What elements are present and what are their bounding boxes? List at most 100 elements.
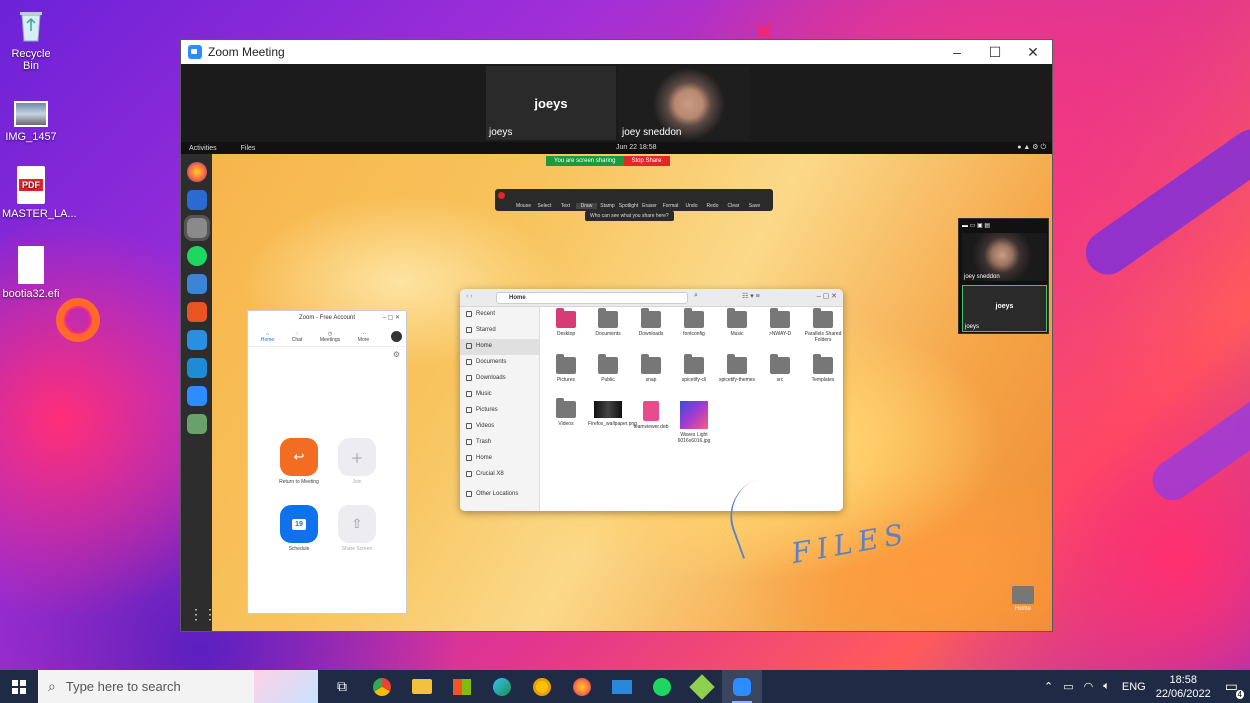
join-button[interactable]: ＋ bbox=[338, 438, 376, 476]
search-icon[interactable]: ⌕ bbox=[694, 292, 698, 300]
sidebar-item[interactable]: Documents bbox=[460, 355, 539, 371]
tab-home[interactable]: ⌂ Home bbox=[261, 325, 274, 346]
close-toolbar-icon[interactable] bbox=[498, 192, 505, 199]
participant-video-tile[interactable]: joey sneddon bbox=[619, 66, 749, 140]
software-center-icon[interactable] bbox=[186, 302, 207, 322]
clock[interactable]: 18:58 22/06/2022 bbox=[1156, 673, 1211, 701]
thunderbird-icon[interactable] bbox=[186, 190, 207, 210]
tool-clear[interactable]: Clear bbox=[723, 203, 744, 209]
wifi-icon[interactable]: ◠ bbox=[1084, 680, 1094, 693]
sidebar-item[interactable]: Other Locations bbox=[460, 487, 539, 503]
sidebar-item[interactable]: Music bbox=[460, 387, 539, 403]
volume-icon[interactable]: 🔈︎ bbox=[1103, 680, 1110, 693]
store-icon[interactable] bbox=[442, 670, 482, 703]
file-item[interactable]: Parallels Shared Folders bbox=[803, 308, 843, 343]
window-controls[interactable]: – ▢ ✕ bbox=[817, 292, 837, 300]
desktop-icon-recycle-bin[interactable]: Recycle Bin bbox=[2, 6, 60, 72]
return-to-meeting-button[interactable]: ↩ bbox=[280, 438, 318, 476]
file-item[interactable]: Pictures bbox=[546, 354, 586, 383]
norton-icon[interactable] bbox=[522, 670, 562, 703]
notifications-button[interactable]: ▭ 4 bbox=[1225, 678, 1244, 699]
tool-spotlight[interactable]: Spotlight bbox=[618, 203, 639, 209]
sidebar-item[interactable]: Videos bbox=[460, 419, 539, 435]
sidebar-item[interactable]: Crucial X8 bbox=[460, 467, 539, 483]
file-item[interactable]: Music bbox=[717, 308, 757, 337]
search-box[interactable]: ⌕ Type here to search bbox=[38, 670, 318, 703]
file-item[interactable]: >NWAY-D bbox=[760, 308, 800, 337]
firefox-icon[interactable] bbox=[562, 670, 602, 703]
view-options-icon[interactable]: ☷ ▾ ≡ bbox=[742, 292, 760, 300]
file-explorer-icon[interactable] bbox=[402, 670, 442, 703]
files-app-menu[interactable]: Files bbox=[241, 145, 256, 152]
task-view-icon[interactable]: ⧉ bbox=[322, 670, 362, 703]
desktop-icon-master-pdf[interactable]: PDF MASTER_LA... bbox=[2, 166, 77, 220]
sidebar-item[interactable]: Starred bbox=[460, 323, 539, 339]
file-item[interactable]: spicetify-themes bbox=[717, 354, 757, 383]
zoom-icon[interactable] bbox=[722, 670, 762, 703]
firefox-icon[interactable] bbox=[186, 162, 207, 182]
chrome-icon[interactable] bbox=[362, 670, 402, 703]
file-item[interactable]: Documents bbox=[588, 308, 628, 337]
schedule-button[interactable]: 19 bbox=[280, 505, 318, 543]
desktop-home-folder[interactable]: Home bbox=[1011, 586, 1035, 612]
zoom-home-window-controls[interactable]: – ▢ ✕ bbox=[383, 314, 400, 321]
files-icon[interactable] bbox=[183, 215, 210, 241]
top-bar-clock[interactable]: Jun 22 18:58 bbox=[616, 144, 656, 151]
tab-meetings[interactable]: ◷ Meetings bbox=[320, 325, 340, 346]
stop-share-button[interactable]: Stop Share bbox=[623, 156, 670, 166]
tool-redo[interactable]: Redo bbox=[702, 203, 723, 209]
sidebar-item[interactable]: Pictures bbox=[460, 403, 539, 419]
file-item[interactable]: src bbox=[760, 354, 800, 383]
trash-icon[interactable] bbox=[186, 414, 207, 434]
spotify-icon[interactable] bbox=[642, 670, 682, 703]
minimize-button[interactable]: – bbox=[938, 44, 976, 61]
spotify-icon[interactable] bbox=[186, 246, 207, 266]
battery-icon[interactable]: ▭ bbox=[1063, 680, 1073, 693]
file-item[interactable]: spicetify-cli bbox=[674, 354, 714, 383]
floating-video-panel[interactable]: ▬ ▭ ▣ ▤ joey sneddon joeys joeys bbox=[958, 218, 1049, 334]
tool-text[interactable]: Text bbox=[555, 203, 576, 209]
tab-more[interactable]: ··· More bbox=[358, 325, 369, 346]
sidebar-item[interactable]: Home bbox=[460, 451, 539, 467]
file-item[interactable]: Videos bbox=[546, 398, 586, 427]
close-button[interactable]: ✕ bbox=[1014, 44, 1052, 61]
desktop-icon-bootia32[interactable]: bootia32.efi bbox=[2, 246, 60, 300]
tool-undo[interactable]: Undo bbox=[681, 203, 702, 209]
extensions-icon[interactable] bbox=[186, 358, 207, 378]
sidebar-item[interactable]: Trash bbox=[460, 435, 539, 451]
sidebar-item[interactable]: Downloads bbox=[460, 371, 539, 387]
file-item[interactable]: Public bbox=[588, 354, 628, 383]
file-item[interactable]: Downloads bbox=[631, 308, 671, 337]
activities-button[interactable]: Activities bbox=[189, 145, 217, 152]
file-item[interactable]: snap bbox=[631, 354, 671, 383]
desktop-icon-img-1457[interactable]: IMG_1457 bbox=[2, 95, 60, 143]
participant-tile[interactable]: joeys joeys bbox=[486, 66, 616, 140]
tool-draw[interactable]: Draw bbox=[576, 203, 597, 209]
file-item[interactable]: Firefox_wallpaper.png bbox=[588, 401, 637, 427]
parallels-icon[interactable] bbox=[682, 670, 722, 703]
chevron-up-icon[interactable]: ⌃ bbox=[1044, 680, 1053, 693]
panel-controls[interactable]: ▬ ▭ ▣ ▤ bbox=[962, 222, 990, 229]
system-status-icons[interactable]: ● ▲ ⚙ ⏻ bbox=[1017, 143, 1046, 152]
file-item[interactable]: fontconfig bbox=[674, 308, 714, 337]
share-screen-button[interactable]: ⇧ bbox=[338, 505, 376, 543]
show-apps-icon[interactable]: ⋮⋮ bbox=[189, 606, 217, 623]
writer-icon[interactable] bbox=[186, 274, 207, 294]
sidebar-item[interactable]: Recent bbox=[460, 307, 539, 323]
file-item[interactable]: teamviewer.deb bbox=[631, 401, 671, 430]
file-item[interactable]: Desktop bbox=[546, 308, 586, 337]
file-item[interactable]: Waves Light 6016x6016.jpg bbox=[674, 401, 714, 444]
tab-chat[interactable]: ◌ Chat bbox=[292, 325, 303, 346]
vscode-icon[interactable] bbox=[186, 330, 207, 350]
edge-icon[interactable] bbox=[482, 670, 522, 703]
maximize-button[interactable]: ☐ bbox=[976, 44, 1014, 61]
start-button[interactable] bbox=[0, 670, 38, 703]
tool-format[interactable]: Format bbox=[660, 203, 681, 209]
back-forward-buttons[interactable]: ‹ › bbox=[466, 293, 473, 300]
gear-icon[interactable]: ⚙ bbox=[393, 350, 400, 359]
sidebar-item[interactable]: Home bbox=[460, 339, 539, 355]
mail-icon[interactable] bbox=[602, 670, 642, 703]
tool-stamp[interactable]: Stamp bbox=[597, 203, 618, 209]
tool-select[interactable]: Select bbox=[534, 203, 555, 209]
language-indicator[interactable]: ENG bbox=[1122, 681, 1146, 693]
